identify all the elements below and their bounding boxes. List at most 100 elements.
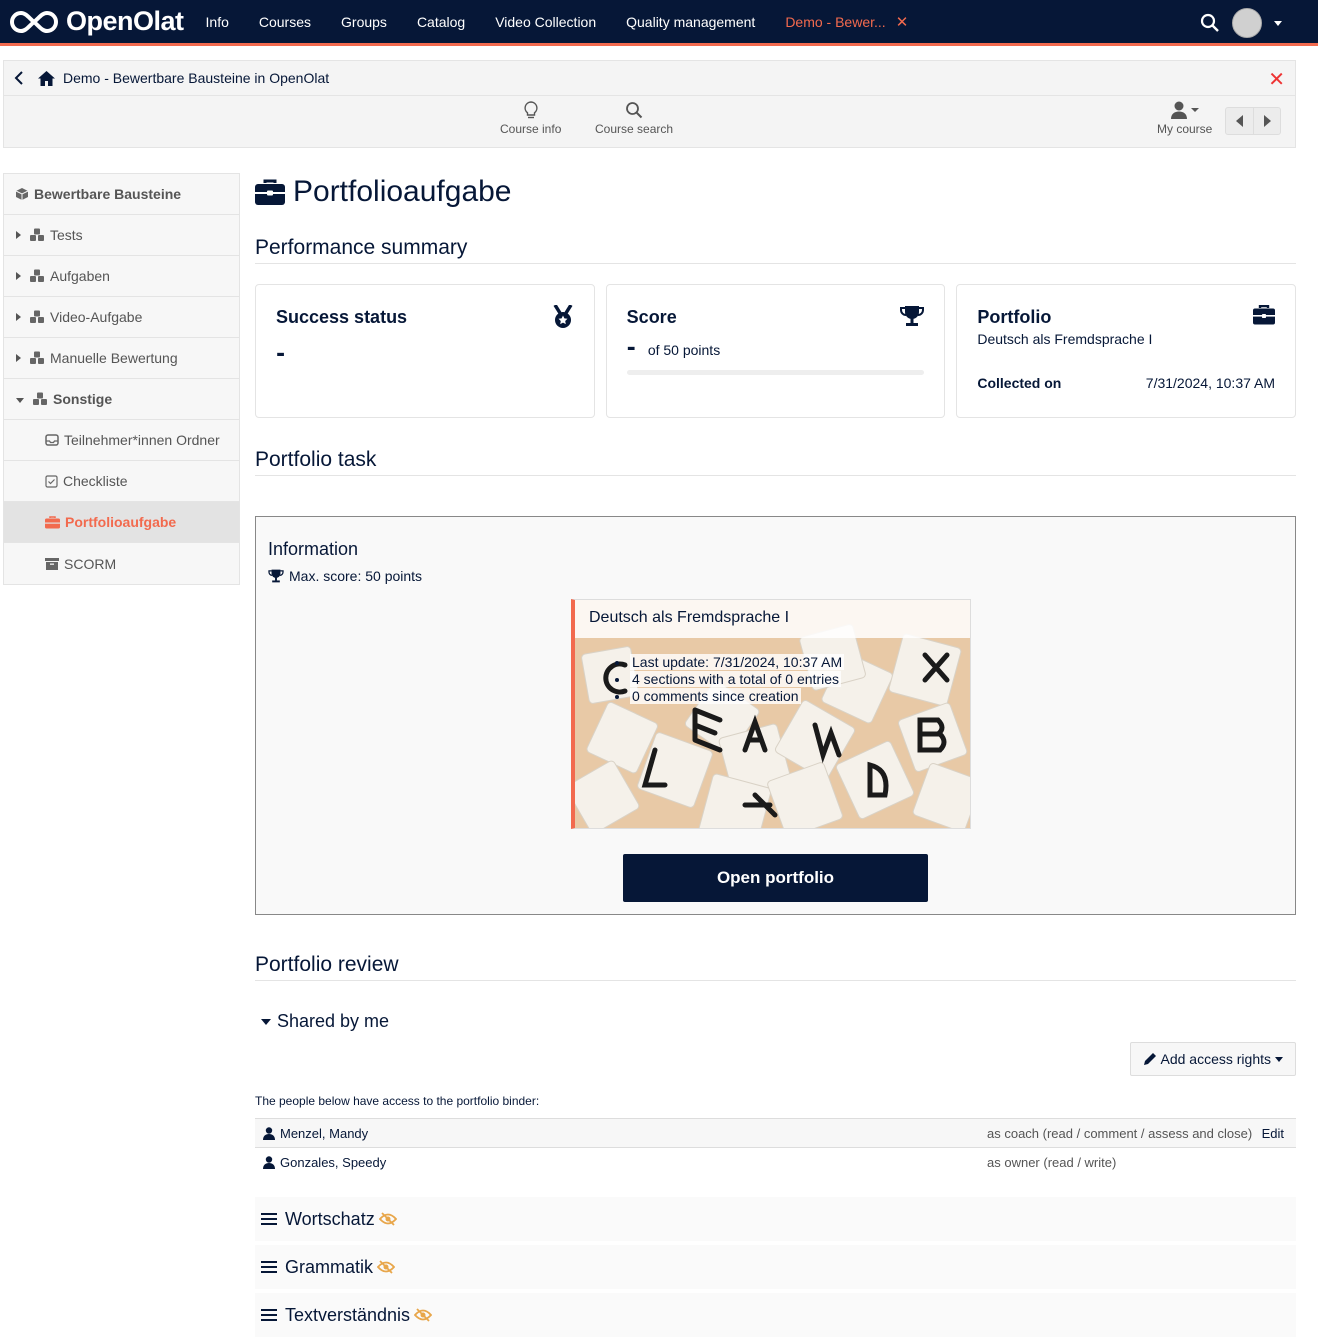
expand-arrow-icon[interactable] <box>16 231 21 239</box>
search-icon[interactable] <box>1200 13 1220 33</box>
page-title-text: Portfolioaufgabe <box>293 175 512 208</box>
expand-arrow-icon[interactable] <box>16 354 21 362</box>
course-pager <box>1225 107 1281 135</box>
nav-active-course-tab[interactable]: Demo - Bewer... <box>785 14 885 30</box>
performance-cards: Success status - Score - of 50 points Po… <box>255 284 1297 418</box>
briefcase-icon <box>1253 305 1276 325</box>
back-chevron-icon[interactable] <box>14 71 24 85</box>
infinity-logo-icon <box>10 10 58 33</box>
people-access-description: The people below have access to the port… <box>255 1094 540 1108</box>
sidebar-item-aufgaben[interactable]: Aufgaben <box>4 256 239 297</box>
cubes-icon <box>29 269 45 283</box>
binder-sections-count: 4 sections with a total of 0 entries <box>630 671 841 687</box>
section-textverstaendnis[interactable]: Textverständnis <box>255 1293 1296 1337</box>
collapse-arrow-icon[interactable] <box>16 397 24 403</box>
shared-by-me-toggle[interactable]: Shared by me <box>261 1011 1296 1032</box>
sidebar-item-label: Aufgaben <box>50 268 110 284</box>
sidebar-item-tests[interactable]: Tests <box>4 215 239 256</box>
course-info-button[interactable]: Course info <box>500 101 561 136</box>
shared-by-me-label: Shared by me <box>277 1011 390 1031</box>
next-node-button[interactable] <box>1253 108 1280 134</box>
sidebar-item-scorm[interactable]: SCORM <box>4 543 239 584</box>
lightbulb-icon <box>524 101 538 119</box>
user-avatar[interactable] <box>1232 8 1262 38</box>
home-icon[interactable] <box>38 70 55 86</box>
expand-arrow-icon[interactable] <box>16 313 21 321</box>
sidebar-item-manuelle-bewertung[interactable]: Manuelle Bewertung <box>4 338 239 379</box>
nav-video-collection[interactable]: Video Collection <box>495 14 596 30</box>
open-portfolio-button[interactable]: Open portfolio <box>623 854 928 902</box>
briefcase-icon <box>255 179 285 205</box>
triangle-left-icon <box>1236 115 1243 127</box>
binder-comments-count: 0 comments since creation <box>630 688 801 704</box>
nav-courses[interactable]: Courses <box>259 14 311 30</box>
sidebar-item-label: Sonstige <box>53 391 113 407</box>
nav-quality-management[interactable]: Quality management <box>626 14 755 30</box>
section-wortschatz[interactable]: Wortschatz <box>255 1197 1296 1241</box>
user-icon <box>263 1156 275 1169</box>
expand-arrow-icon[interactable] <box>16 272 21 280</box>
breadcrumb-course-title[interactable]: Demo - Bewertbare Bausteine in OpenOlat <box>63 70 329 86</box>
sidebar-root-label: Bewertbare Bausteine <box>34 186 182 202</box>
page-title: Portfolioaufgabe <box>255 170 1296 214</box>
success-status-card: Success status - <box>255 284 595 418</box>
close-course-icon[interactable]: ✕ <box>1268 67 1285 91</box>
success-status-title: Success status <box>276 307 408 327</box>
openolat-logo[interactable]: OpenOlat <box>8 6 184 37</box>
course-search-label: Course search <box>595 122 674 136</box>
course-search-button[interactable]: Course search <box>595 101 673 136</box>
previous-node-button[interactable] <box>1226 108 1253 134</box>
edit-access-link[interactable]: Edit <box>1262 1126 1284 1141</box>
bars-icon <box>261 1213 277 1225</box>
section-title: Grammatik <box>285 1256 374 1277</box>
user-menu-caret-icon[interactable] <box>1274 20 1282 26</box>
add-access-rights-button[interactable]: Add access rights <box>1129 1042 1296 1076</box>
my-course-button[interactable]: My course <box>1157 101 1212 136</box>
nav-groups[interactable]: Groups <box>341 14 387 30</box>
collected-on-value: 7/31/2024, 10:37 AM <box>1145 375 1276 391</box>
section-grammatik[interactable]: Grammatik <box>255 1245 1296 1289</box>
eye-slash-icon <box>414 1308 433 1322</box>
success-status-value: - <box>276 342 286 367</box>
sidebar-item-portfolioaufgabe[interactable]: Portfolioaufgabe <box>4 502 239 543</box>
sidebar-item-label: Portfolioaufgabe <box>65 514 177 530</box>
breadcrumb: Demo - Bewertbare Bausteine in OpenOlat <box>4 61 1295 96</box>
checkbox-icon <box>45 474 58 488</box>
sidebar-root[interactable]: Bewertbare Bausteine <box>4 174 239 215</box>
cubes-icon <box>29 351 45 365</box>
trophy-icon <box>900 306 925 326</box>
brand-name: OpenOlat <box>66 6 184 36</box>
score-max-label: of 50 points <box>647 342 721 358</box>
person-name: Menzel, Mandy <box>280 1125 369 1141</box>
information-panel: Information Max. score: 50 points Deutsc… <box>255 516 1296 915</box>
course-toolbar: Demo - Bewertbare Bausteine in OpenOlat … <box>3 60 1296 148</box>
sidebar-item-label: Manuelle Bewertung <box>50 350 178 366</box>
portfolio-card: Portfolio Deutsch als Fremdsprache I Col… <box>956 284 1297 418</box>
binder-last-update: Last update: 7/31/2024, 10:37 AM <box>630 654 845 670</box>
cubes-icon <box>29 228 45 242</box>
main-content: Portfolioaufgabe Performance summary Suc… <box>255 170 1297 1337</box>
close-tab-icon[interactable]: ✕ <box>896 13 909 31</box>
table-row: Gonzales, Speedy as owner (read / write) <box>255 1148 1296 1177</box>
sidebar-item-checkliste[interactable]: Checkliste <box>4 461 239 502</box>
sidebar-item-video-aufgabe[interactable]: Video-Aufgabe <box>4 297 239 338</box>
eye-slash-icon <box>377 1260 396 1274</box>
person-role: as owner (read / write) <box>987 1155 1117 1170</box>
sidebar-item-teilnehmer-ordner[interactable]: Teilnehmer*innen Ordner <box>4 420 239 461</box>
user-icon <box>263 1126 275 1140</box>
performance-summary-heading: Performance summary <box>255 236 1296 264</box>
nav-info[interactable]: Info <box>206 14 229 30</box>
bars-icon <box>261 1261 277 1273</box>
score-card: Score - of 50 points <box>605 284 946 418</box>
cube-icon <box>15 187 29 201</box>
sidebar-item-sonstige[interactable]: Sonstige <box>4 379 239 420</box>
access-table: Menzel, Mandy as coach (read / comment /… <box>255 1118 1296 1177</box>
portfolio-binder-card[interactable]: Deutsch als Fremdsprache I Last update: … <box>571 599 971 829</box>
sidebar-item-label: Checkliste <box>63 473 128 489</box>
trophy-icon <box>268 569 284 583</box>
score-value: - <box>626 336 636 361</box>
sidebar-item-label: Tests <box>50 227 83 243</box>
nav-catalog[interactable]: Catalog <box>417 14 465 30</box>
score-title: Score <box>626 307 677 327</box>
portfolio-card-title: Portfolio <box>977 307 1052 327</box>
